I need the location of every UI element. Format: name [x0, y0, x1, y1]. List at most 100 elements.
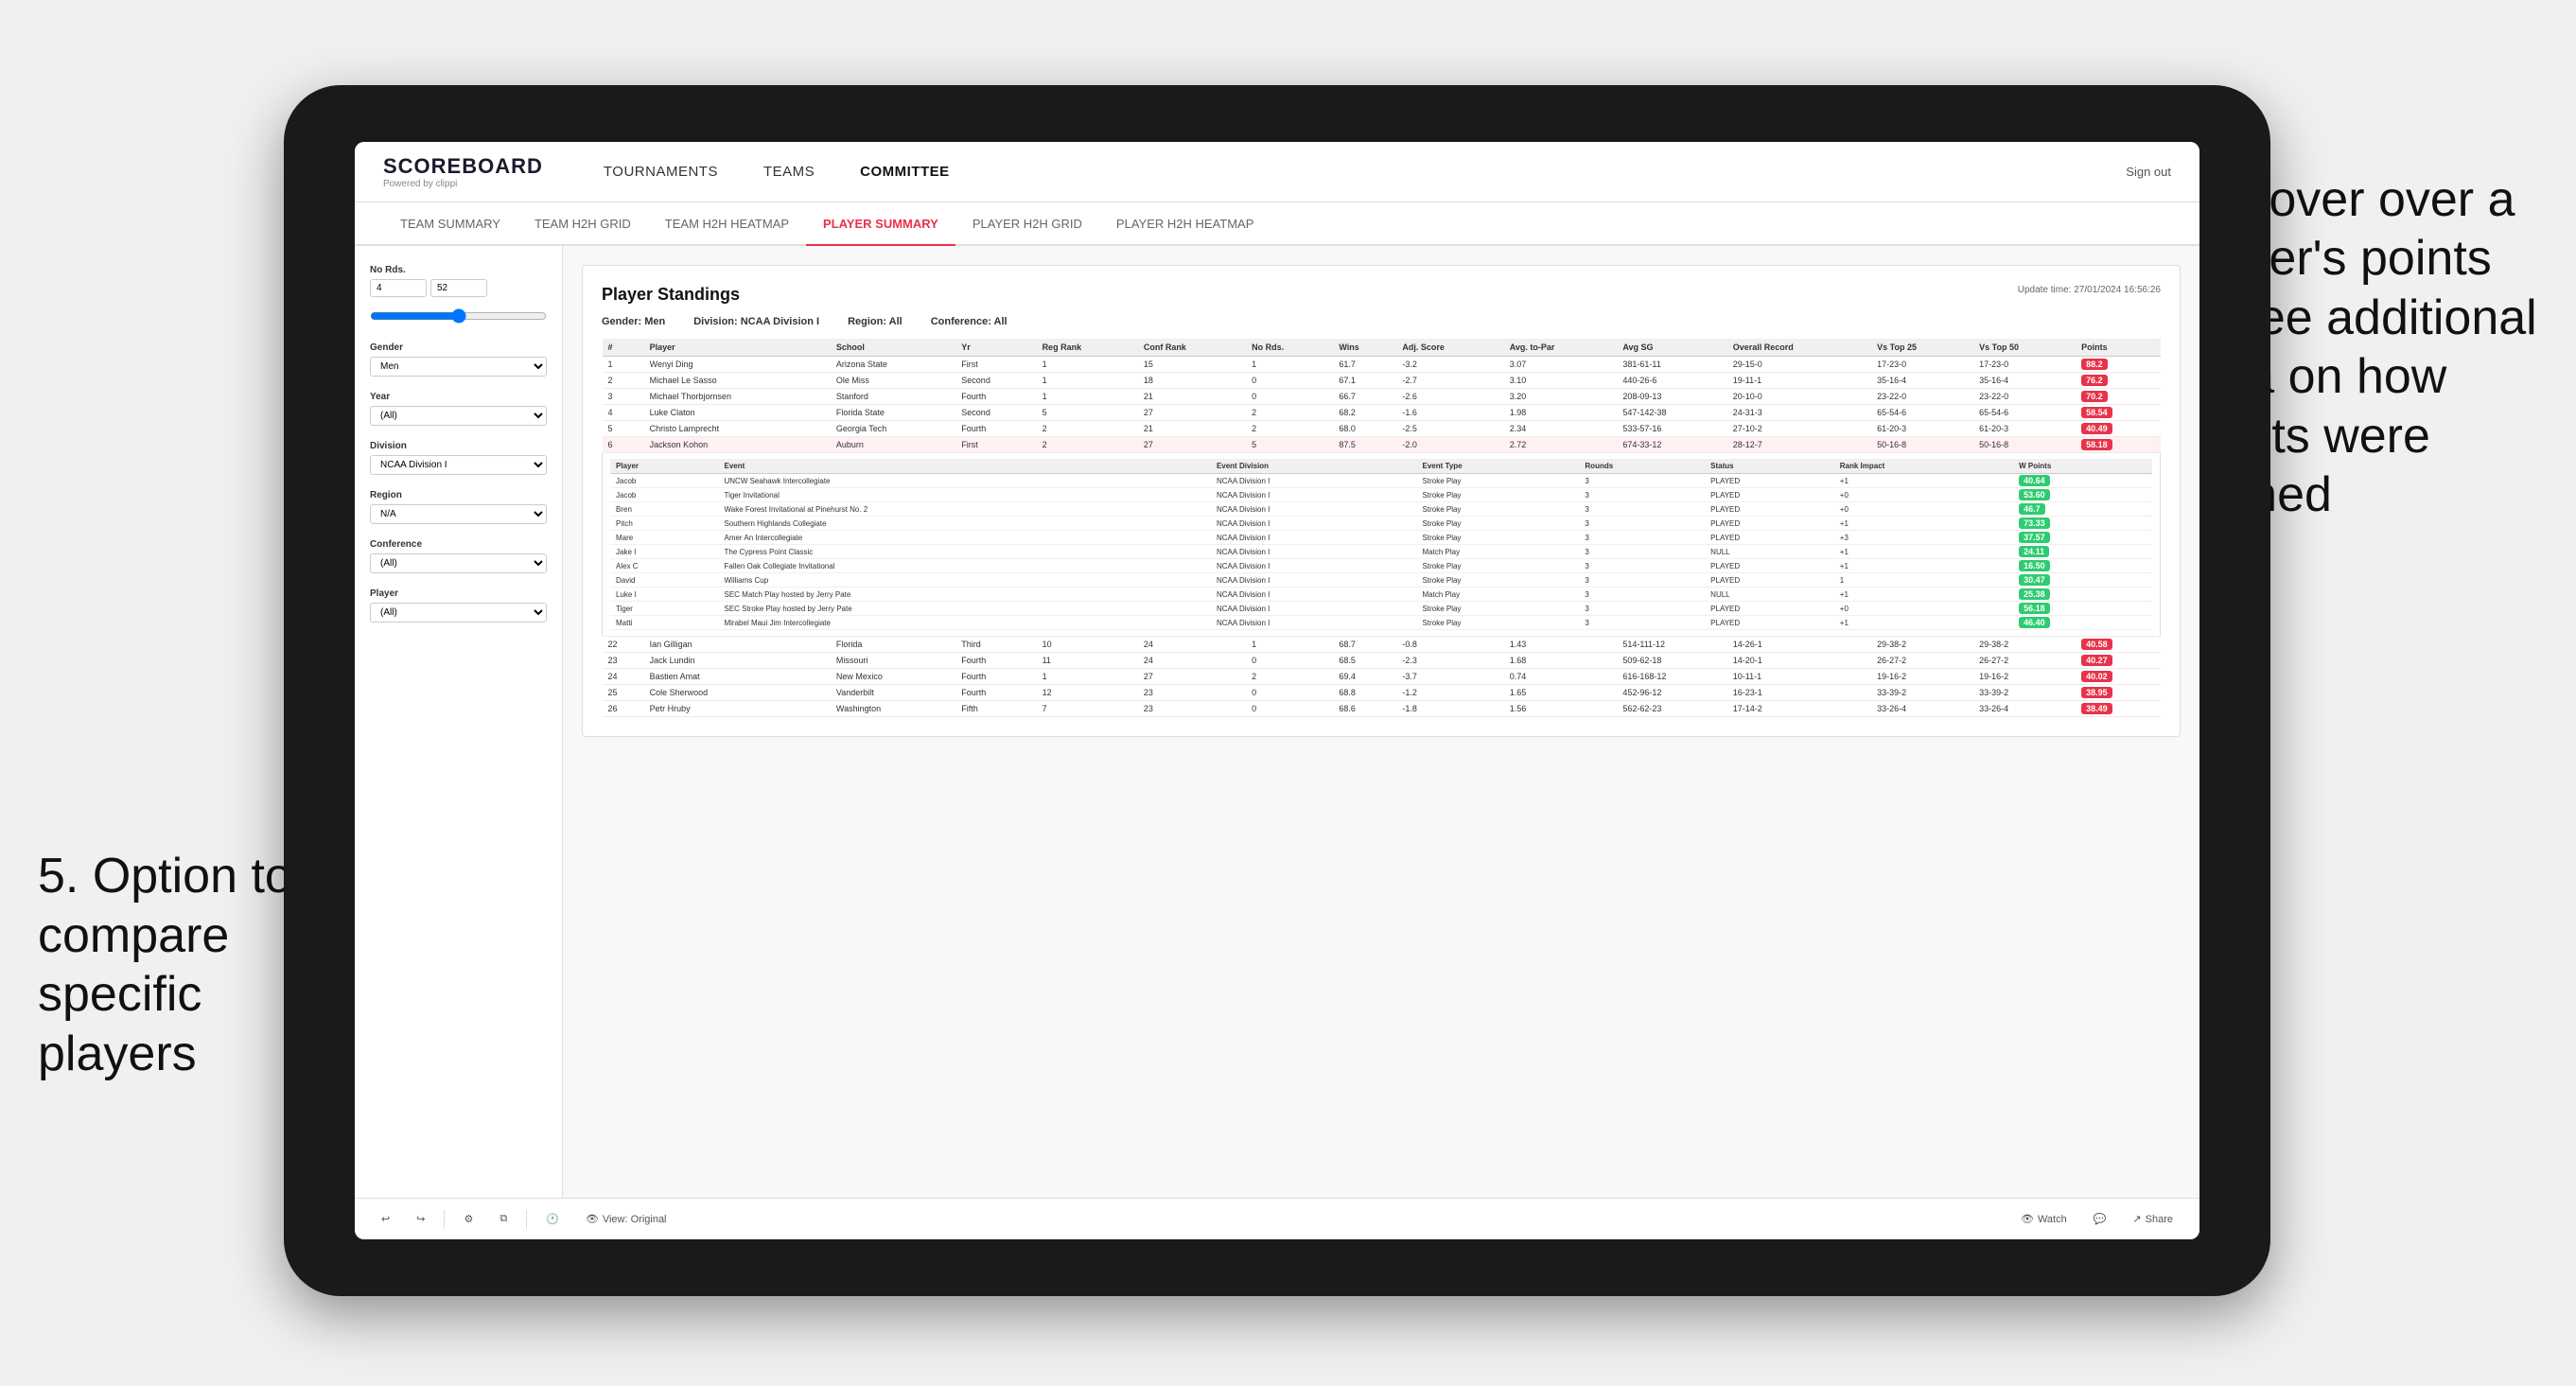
- redo-icon: ↪: [416, 1213, 425, 1225]
- cell-avg-sg: 440-26-6: [1617, 373, 1726, 389]
- subnav-team-h2h-grid[interactable]: TEAM H2H GRID: [517, 202, 648, 246]
- tt-type: Stroke Play: [1417, 573, 1580, 588]
- copy-btn[interactable]: ⧉: [492, 1209, 515, 1229]
- col-player: Player: [644, 339, 831, 357]
- settings-btn[interactable]: ⚙: [456, 1209, 481, 1229]
- no-rds-min-input[interactable]: [370, 279, 427, 297]
- tt-division: NCAA Division I: [1211, 573, 1417, 588]
- cell-conf-rank: 18: [1138, 373, 1246, 389]
- cell-school: Florida State: [831, 405, 955, 421]
- cell-vs50: 17-23-0: [1973, 357, 2076, 373]
- tt-type: Stroke Play: [1417, 531, 1580, 545]
- cell-player: Luke Claton: [644, 405, 831, 421]
- division-select[interactable]: NCAA Division I: [370, 455, 547, 475]
- tooltip-header-row: Player Event Event Division Event Type R…: [610, 459, 2152, 474]
- tt-rank: +1: [1834, 616, 2013, 630]
- clock-btn[interactable]: 🕐: [538, 1209, 567, 1229]
- cell-points[interactable]: 88.2: [2076, 357, 2160, 373]
- tt-status: PLAYED: [1705, 531, 1834, 545]
- nav-teams[interactable]: TEAMS: [741, 142, 837, 202]
- tooltip-table: Player Event Event Division Event Type R…: [610, 459, 2152, 630]
- top-nav: SCOREBOARD Powered by clippi TOURNAMENTS…: [355, 142, 2199, 202]
- filter-row: Gender: Men Division: NCAA Division I Re…: [602, 316, 2161, 327]
- tt-event: Amer An Intercollegiate: [718, 531, 1210, 545]
- tt-status: NULL: [1705, 545, 1834, 559]
- subnav-player-h2h-grid[interactable]: PLAYER H2H GRID: [955, 202, 1099, 246]
- outer-wrapper: 4. Hover over a player's points to see a…: [0, 0, 2576, 1386]
- sign-out-link[interactable]: Sign out: [2126, 165, 2171, 179]
- cell-rank: 1: [603, 357, 644, 373]
- cell-reg-rank: 5: [1037, 405, 1138, 421]
- tt-rounds: 3: [1579, 559, 1705, 573]
- undo-icon: ↩: [381, 1213, 390, 1225]
- card-header: Player Standings Update time: 27/01/2024…: [602, 285, 2161, 305]
- cell-adj-score: -2.5: [1396, 421, 1503, 437]
- comment-btn[interactable]: 💬: [2086, 1209, 2114, 1229]
- cell-points[interactable]: 58.18: [2076, 437, 2160, 453]
- tt-player: Alex C: [610, 559, 718, 573]
- tt-col-type: Event Type: [1417, 459, 1580, 474]
- col-conf-rank: Conf Rank: [1138, 339, 1246, 357]
- cell-yr: First: [955, 357, 1036, 373]
- points-badge: 40.02: [2081, 671, 2112, 682]
- filter-region: Region: All: [848, 316, 902, 327]
- sidebar-conference: Conference (All): [370, 539, 547, 573]
- tt-player: Bren: [610, 502, 718, 517]
- subnav-player-h2h-heatmap[interactable]: PLAYER H2H HEATMAP: [1099, 202, 1270, 246]
- cell-points[interactable]: 70.2: [2076, 389, 2160, 405]
- filter-conference-label: Conference: All: [931, 316, 1008, 327]
- cell-player: Jackson Kohon: [644, 437, 831, 453]
- cell-points[interactable]: 76.2: [2076, 373, 2160, 389]
- cell-points[interactable]: 58.54: [2076, 405, 2160, 421]
- table-row: 3 Michael Thorbjornsen Stanford Fourth 1…: [603, 389, 2161, 405]
- tt-event: UNCW Seahawk Intercollegiate: [718, 474, 1210, 488]
- watch-btn[interactable]: 👁 Watch: [2013, 1209, 2075, 1229]
- tt-player: Matti: [610, 616, 718, 630]
- tt-points: 73.33: [2013, 517, 2152, 531]
- cell-points[interactable]: 40.49: [2076, 421, 2160, 437]
- tt-row: Luke I SEC Match Play hosted by Jerry Pa…: [610, 588, 2152, 602]
- tt-division: NCAA Division I: [1211, 517, 1417, 531]
- cell-vs25: 17-23-0: [1871, 357, 1973, 373]
- subnav-team-summary[interactable]: TEAM SUMMARY: [383, 202, 517, 246]
- subnav-team-h2h-heatmap[interactable]: TEAM H2H HEATMAP: [648, 202, 806, 246]
- clock-icon: 🕐: [546, 1213, 559, 1225]
- cell-yr: Second: [955, 373, 1036, 389]
- tt-points: 40.64: [2013, 474, 2152, 488]
- share-btn[interactable]: ↗ Share: [2125, 1209, 2181, 1229]
- cell-rds: 0: [1246, 373, 1333, 389]
- tooltip-cell: Player Event Event Division Event Type R…: [603, 453, 2161, 637]
- cell-vs50: 35-16-4: [1973, 373, 2076, 389]
- copy-icon: ⧉: [499, 1213, 507, 1225]
- cell-rds: 2: [1246, 405, 1333, 421]
- cell-rank: 2: [603, 373, 644, 389]
- no-rds-inputs: [370, 279, 547, 297]
- undo-btn[interactable]: ↩: [374, 1209, 397, 1229]
- gender-select[interactable]: Men Women: [370, 357, 547, 377]
- redo-btn[interactable]: ↪: [409, 1209, 432, 1229]
- cell-to-par: 1.98: [1504, 405, 1618, 421]
- year-select[interactable]: (All): [370, 406, 547, 426]
- region-select[interactable]: N/A: [370, 504, 547, 524]
- sub-nav: TEAM SUMMARY TEAM H2H GRID TEAM H2H HEAT…: [355, 202, 2199, 246]
- standings-table: # Player School Yr Reg Rank Conf Rank No…: [602, 339, 2161, 717]
- no-rds-max-input[interactable]: [430, 279, 487, 297]
- conference-select[interactable]: (All): [370, 553, 547, 573]
- tablet-frame: SCOREBOARD Powered by clippi TOURNAMENTS…: [284, 85, 2270, 1296]
- tt-col-points: W Points: [2013, 459, 2152, 474]
- nav-tournaments[interactable]: TOURNAMENTS: [581, 142, 741, 202]
- tt-player: Mare: [610, 531, 718, 545]
- tt-status: PLAYED: [1705, 616, 1834, 630]
- nav-committee[interactable]: COMMITTEE: [837, 142, 973, 202]
- cell-rank: 4: [603, 405, 644, 421]
- tt-status: PLAYED: [1705, 488, 1834, 502]
- cell-avg-sg: 547-142-38: [1617, 405, 1726, 421]
- cell-vs25: 50-16-8: [1871, 437, 1973, 453]
- view-original-btn[interactable]: 👁 View: Original: [578, 1209, 675, 1229]
- logo-scoreboard: SCOREBOARD: [383, 154, 543, 179]
- player-select[interactable]: (All): [370, 603, 547, 623]
- no-rds-slider[interactable]: [370, 308, 547, 324]
- nav-right: Sign out: [2126, 165, 2171, 179]
- subnav-player-summary[interactable]: PLAYER SUMMARY: [806, 202, 955, 246]
- cell-school: Stanford: [831, 389, 955, 405]
